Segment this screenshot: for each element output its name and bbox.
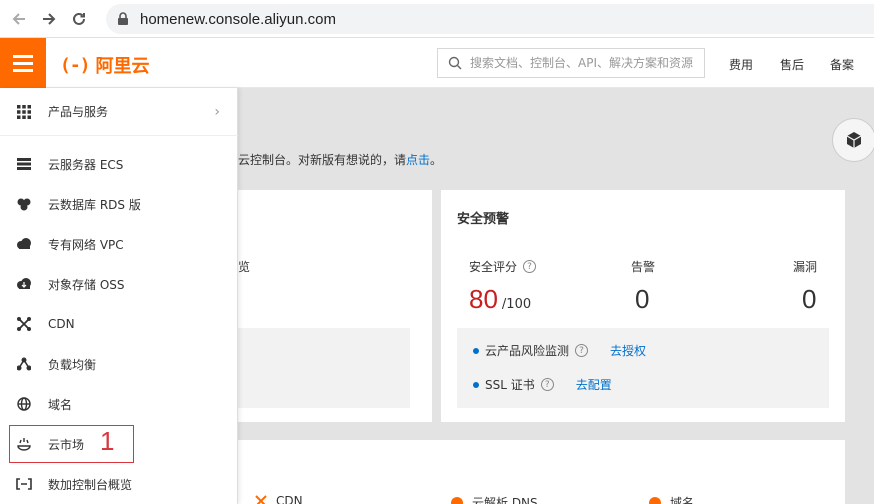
security-title: 安全预警 (457, 212, 510, 227)
security-alert-card: 安全预警 安全评分 ? 告警 漏洞 80 /100 0 0 云产品风险监测 ? … (441, 190, 845, 422)
authorize-link[interactable]: 去授权 (610, 342, 646, 359)
annotation-number: 1 (100, 426, 115, 456)
search-icon (448, 56, 462, 70)
console-header: (-) 阿里云 费用 售后 备案 (0, 38, 874, 88)
cloud-storage-icon (16, 276, 32, 292)
risk-monitor-row: 云产品风险监测 ? 去授权 (473, 342, 646, 359)
chevron-right-icon: › (214, 104, 220, 120)
lock-icon (118, 12, 128, 25)
dns-icon (451, 496, 463, 504)
back-arrow-icon[interactable] (4, 4, 34, 34)
cdn-icon (16, 316, 32, 332)
main-content: 云控制台。对新版有想说的，请点击。 览 安全预警 安全评分 ? 告警 漏洞 80… (238, 88, 874, 504)
product-sidebar: 产品与服务 › 云服务器 ECS 云数据库 RDS 版 专有网络 VPC 对象存… (0, 88, 238, 504)
cdn-icon (255, 495, 267, 504)
globe-icon (649, 496, 661, 504)
ssl-cert-row: SSL 证书 ? 去配置 (473, 376, 612, 393)
browser-toolbar: homenew.console.aliyun.com (0, 0, 874, 38)
security-score-label: 安全评分 ? (469, 258, 537, 275)
score-max: /100 (501, 297, 532, 312)
bottom-item-dns[interactable]: 云解析 DNS (450, 494, 538, 504)
logo-mark: (-) (60, 54, 90, 76)
overview-fragment: 览 (238, 260, 251, 274)
hamburger-menu-icon[interactable] (0, 38, 46, 88)
security-detail-panel (457, 328, 829, 408)
globe-icon (16, 396, 32, 412)
cloud-network-icon (16, 236, 32, 252)
sidebar-item-dataplus[interactable]: 数加控制台概览 (0, 464, 238, 504)
fees-link[interactable]: 费用 (729, 56, 753, 73)
bottom-item-cdn[interactable]: CDN (254, 494, 303, 504)
server-icon (16, 156, 32, 172)
score-value: 80 (469, 284, 498, 314)
bottom-item-domain[interactable]: 域名 (648, 494, 694, 504)
vulnerability-label: 漏洞 (793, 260, 818, 274)
sidebar-item-rds[interactable]: 云数据库 RDS 版 (0, 184, 238, 224)
sidebar-item-ecs[interactable]: 云服务器 ECS (0, 144, 238, 184)
console-notice: 云控制台。对新版有想说的，请点击。 (238, 153, 443, 167)
sidebar-item-oss[interactable]: 对象存储 OSS (0, 264, 238, 304)
products-label: 产品与服务 (48, 105, 109, 119)
sidebar-item-vpc[interactable]: 专有网络 VPC (0, 224, 238, 264)
aliyun-logo[interactable]: (-) 阿里云 (60, 52, 150, 78)
configure-link[interactable]: 去配置 (576, 376, 612, 393)
help-icon[interactable]: ? (575, 344, 589, 357)
url-text: homenew.console.aliyun.com (140, 10, 336, 28)
after-sales-link[interactable]: 售后 (780, 56, 804, 73)
load-balancer-icon (16, 356, 32, 372)
reload-icon[interactable] (64, 4, 94, 34)
products-and-services[interactable]: 产品与服务 › (0, 88, 238, 136)
database-icon (16, 196, 32, 212)
notice-click-link[interactable]: 点击 (406, 153, 430, 167)
vulnerability-count[interactable]: 0 (802, 284, 816, 315)
help-icon[interactable]: ? (523, 260, 537, 273)
overview-card: 览 (238, 190, 432, 422)
forward-arrow-icon[interactable] (34, 4, 64, 34)
grid-icon (16, 104, 32, 120)
console-icon (16, 476, 32, 492)
sidebar-item-domain[interactable]: 域名 (0, 384, 238, 424)
security-score[interactable]: 80 /100 (469, 284, 531, 315)
alert-label: 告警 (631, 260, 656, 274)
bullet-dot (473, 381, 479, 388)
bullet-dot (473, 347, 479, 354)
address-bar[interactable]: homenew.console.aliyun.com (106, 4, 874, 34)
search-box[interactable] (437, 48, 705, 78)
alert-count[interactable]: 0 (635, 284, 649, 315)
cube-icon[interactable] (832, 118, 874, 162)
filing-link[interactable]: 备案 (830, 56, 854, 73)
logo-text: 阿里云 (95, 56, 150, 77)
sidebar-item-cdn[interactable]: CDN (0, 304, 238, 344)
annotation-highlight-box (9, 425, 134, 463)
help-icon[interactable]: ? (540, 378, 554, 391)
sidebar-item-slb[interactable]: 负载均衡 (0, 344, 238, 384)
search-input[interactable] (470, 56, 700, 70)
products-card: CDN 云解析 DNS 域名 (238, 440, 845, 504)
overview-inner-panel (238, 328, 410, 408)
